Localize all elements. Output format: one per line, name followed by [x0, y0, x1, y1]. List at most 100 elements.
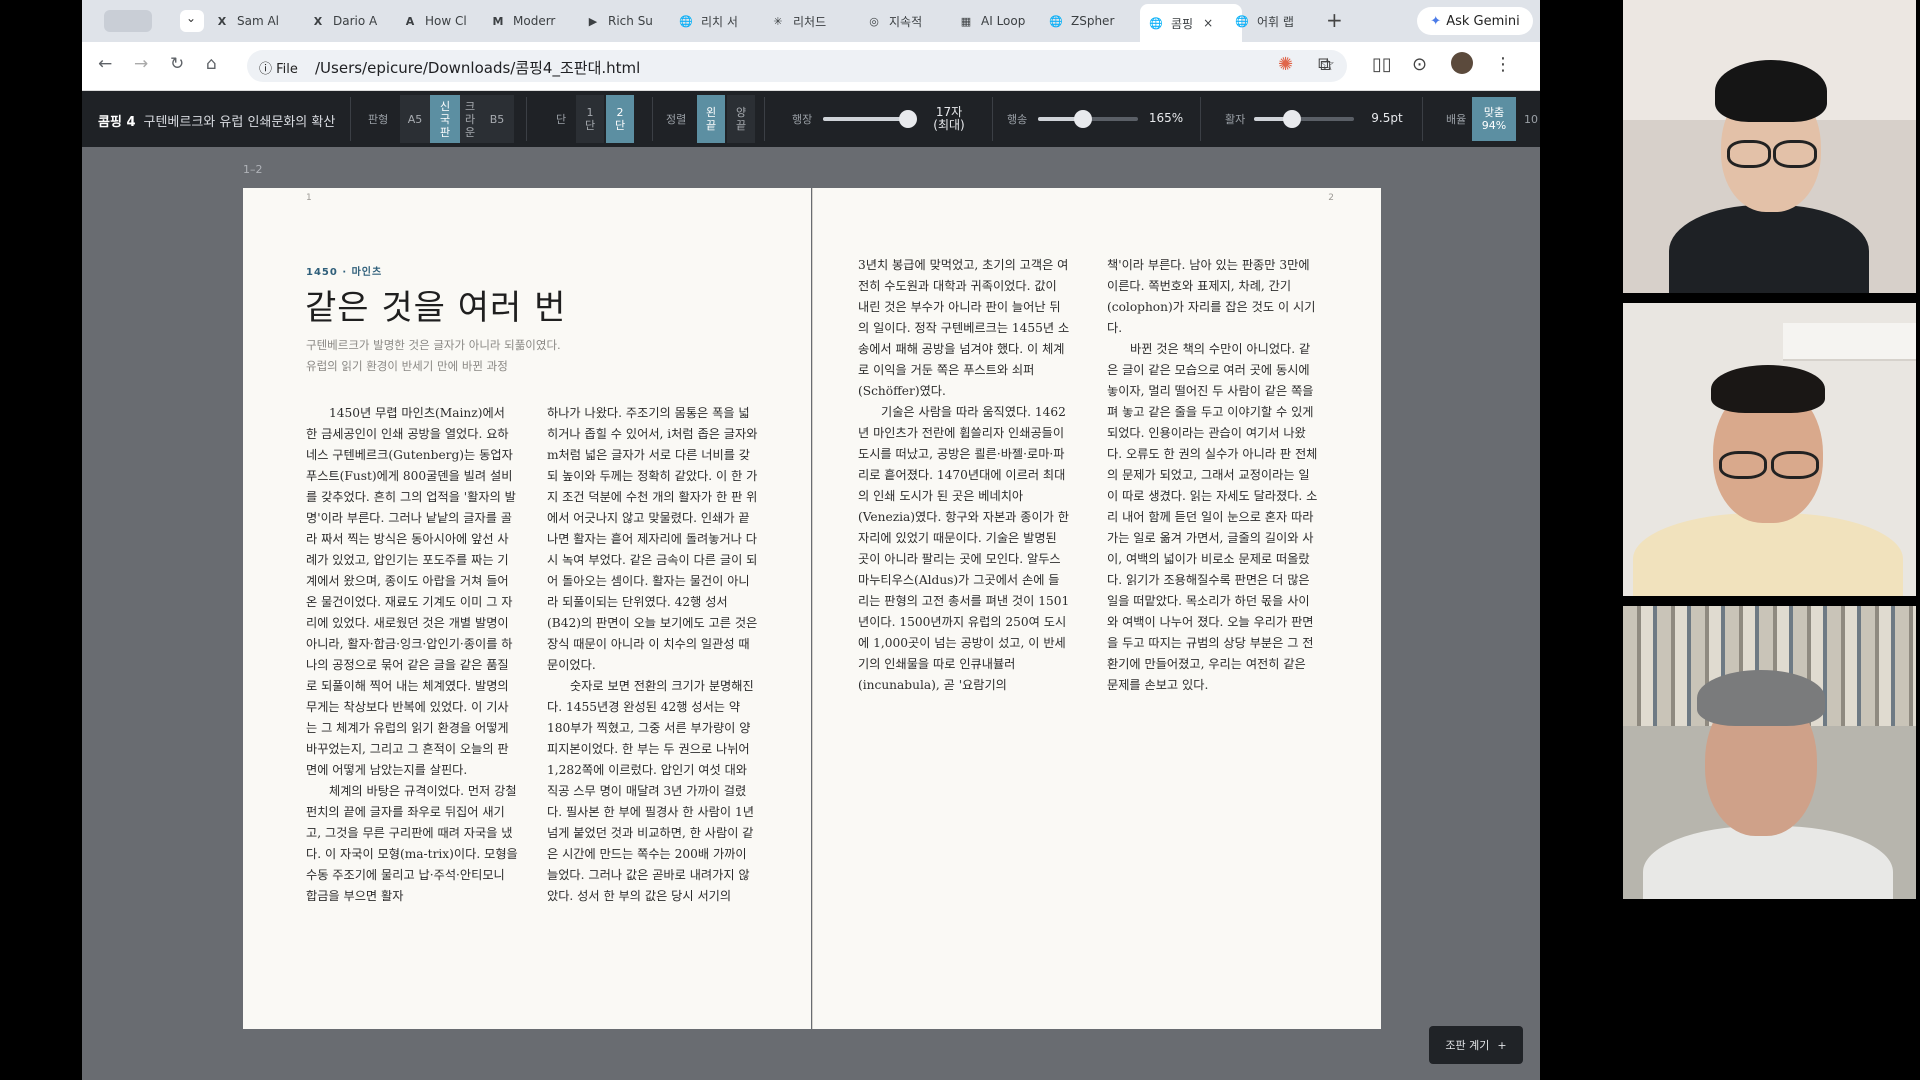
type-size-slider[interactable] [1254, 110, 1354, 128]
omnibox[interactable]: ⓘ File /Users/epicure/Downloads/콤핑4_조판대.… [247, 50, 1347, 82]
profile-avatar[interactable] [1451, 52, 1473, 74]
leading-slider[interactable] [1038, 110, 1138, 128]
tab-favicon-icon: 🌐 [1235, 14, 1249, 28]
browser-tab[interactable]: ◎ 지속적 [866, 8, 946, 34]
file-chip-label: File [276, 62, 298, 77]
browser-tab[interactable]: 🌐 어휘 랩 [1234, 8, 1314, 34]
text-column-1: 1450년 무렵 마인츠(Mainz)에서 한 금세공인이 인쇄 공방을 열었다… [306, 403, 518, 907]
align-label: 정렬 [666, 113, 687, 126]
browser-tab[interactable]: 🌐 콤핑 × [1140, 4, 1242, 42]
browser-tab[interactable]: 🌐 ZSpher [1048, 8, 1128, 34]
format-label: 판형 [368, 113, 389, 126]
columns-label: 단 [556, 113, 567, 126]
tab-label: 어휘 랩 [1257, 14, 1294, 29]
typesetting-gauge-button[interactable]: 조판 계기 + [1429, 1026, 1523, 1064]
page-number: 2 [1328, 193, 1334, 203]
site-info-chip[interactable]: ⓘ File [259, 58, 298, 77]
format-option-crown[interactable]: 크라운 [460, 95, 480, 143]
forward-icon[interactable]: → [134, 54, 148, 74]
leading-slider-knob[interactable] [1074, 110, 1092, 128]
tab-strip: ⌄ X Sam Al X Dario A A How Cl M Moderr ▶ Rich Su 🌐… [82, 0, 1540, 42]
tab-favicon-icon: 🌐 [1049, 14, 1063, 28]
browser-tab[interactable]: M Moderr [490, 8, 574, 34]
plus-icon: + [1497, 1038, 1507, 1052]
paragraph: 기술은 사람을 따라 움직였다. 1462년 마인츠가 전란에 휩쓸리자 인쇄공… [858, 405, 1070, 692]
tab-label: 리처드 [793, 14, 827, 29]
line-length-slider-knob[interactable] [898, 110, 917, 128]
paragraph: 체계의 바탕은 규격이었다. 먼저 강철 펀치의 끝에 글자를 좌우로 뒤집어 … [306, 784, 518, 903]
url-text[interactable]: /Users/epicure/Downloads/콤핑4_조판대.html [315, 57, 640, 78]
zoom-fit-button[interactable]: 맞춤 94% [1472, 97, 1516, 141]
zoom-label: 배율 [1446, 113, 1467, 126]
line-length-slider[interactable] [823, 110, 917, 128]
tab-label: How Cl [425, 14, 467, 28]
text-column-4: 책'이라 부른다. 남아 있는 판종만 3만에 이른다. 쪽번호와 표제지, 차… [1107, 255, 1319, 696]
address-bar-row: ← → ↻ ⌂ ⓘ File /Users/epicure/Downloads/… [82, 42, 1540, 91]
text-column-3: 3년치 봉급에 맞먹었고, 초기의 고객은 여전히 수도원과 대학과 귀족이었다… [858, 255, 1070, 696]
tab-favicon-icon: X [313, 14, 323, 28]
tab-favicon-icon: M [492, 14, 504, 28]
extensions-puzzle-icon[interactable]: ⧉ [1318, 54, 1331, 75]
zoom-fit-value: 94% [1481, 119, 1507, 132]
tab-label: ZSpher [1071, 14, 1115, 28]
reading-mode-icon[interactable]: ▯▯ [1372, 54, 1392, 75]
chevron-down-icon: ⌄ [186, 11, 197, 25]
columns-option-2[interactable]: 2단 [606, 95, 634, 143]
type-size-value: 9.5pt [1371, 111, 1403, 125]
format-option-a5[interactable]: A5 [400, 95, 430, 143]
tab-favicon-icon: ▶ [588, 14, 598, 28]
document-title: 콤핑 4 구텐베르크와 유럽 인쇄문화의 확산 [98, 111, 335, 130]
type-size-slider-knob[interactable] [1283, 110, 1301, 128]
home-icon[interactable]: ⌂ [206, 54, 217, 74]
tab-search-button[interactable]: ⌄ [180, 10, 204, 32]
browser-tab[interactable]: X Sam Al [214, 8, 294, 34]
tab-favicon-icon: A [405, 14, 415, 28]
close-tab-icon[interactable]: × [1203, 16, 1213, 30]
paragraph: 하나가 나왔다. 주조기의 몸통은 폭을 넓히거나 좁힐 수 있어서, i처럼 … [547, 406, 758, 672]
back-icon[interactable]: ← [98, 54, 112, 74]
article-kicker: 1450 · 마인츠 [306, 267, 383, 278]
format-selector: A5 신국판 크라운 B5 [400, 91, 514, 147]
zoom-option-next[interactable]: 10 [1524, 113, 1538, 126]
line-length-label: 행장 [792, 113, 813, 126]
columns-option-1[interactable]: 1단 [576, 95, 604, 143]
format-option-shinguk[interactable]: 신국판 [430, 95, 460, 143]
tab-favicon-icon: X [217, 14, 227, 28]
tab-label: AI Loop [981, 14, 1026, 28]
tab-label: 지속적 [889, 14, 923, 29]
browser-tab[interactable]: ▦ AI Loop [958, 8, 1038, 34]
browser-tab[interactable]: ▶ Rich Su [585, 8, 665, 34]
zoom-fit-label: 맞춤 [1483, 106, 1505, 119]
format-option-b5[interactable]: B5 [480, 95, 514, 143]
gemini-sparkle-icon: ✦ [1430, 13, 1442, 29]
tab-label: 리치 서 [701, 14, 738, 29]
align-selector: 왼끝 양끝 [697, 91, 755, 147]
screenshot-icon[interactable]: ⊙ [1412, 54, 1427, 75]
browser-tab[interactable]: 🌐 리치 서 [678, 8, 758, 34]
browser-tab[interactable]: ✳ 리처드 [770, 8, 850, 34]
browser-tab[interactable]: X Dario A [310, 8, 390, 34]
browser-tab[interactable]: A How Cl [402, 8, 482, 34]
tab-favicon-icon: ▦ [960, 14, 972, 28]
align-option-left[interactable]: 왼끝 [697, 95, 725, 143]
leading-label: 행송 [1007, 113, 1028, 126]
line-length-slider-fill [823, 117, 908, 121]
tab-label: Dario A [333, 14, 378, 28]
tab-label: Moderr [513, 14, 556, 28]
browser-window: ⌄ X Sam Al X Dario A A How Cl M Moderr ▶ Rich Su 🌐… [82, 0, 1540, 1080]
subtitle-line: 유럽의 읽기 환경이 반세기 만에 바뀐 과정 [306, 359, 508, 373]
paragraph: 숫자로 보면 전환의 크기가 분명해진다. 1455년경 완성된 42행 성서는… [547, 679, 754, 903]
tab-groups-button[interactable] [104, 10, 152, 32]
kebab-menu-icon[interactable]: ⋮ [1494, 54, 1512, 75]
align-option-justify[interactable]: 양끝 [727, 95, 755, 143]
page-left: 1 1450 · 마인츠 같은 것을 여러 번 구텐베르크가 발명한 것은 글자… [243, 188, 811, 1029]
reload-icon[interactable]: ↻ [170, 54, 184, 74]
new-tab-button[interactable]: + [1326, 8, 1343, 32]
type-size-label: 활자 [1225, 113, 1246, 126]
extension-sparkle-icon[interactable]: ✺ [1278, 54, 1293, 75]
ask-gemini-button[interactable]: ✦ Ask Gemini [1417, 7, 1533, 35]
subtitle-line: 구텐베르크가 발명한 것은 글자가 아니라 되풂이였다. [306, 338, 561, 352]
webcam-participant-1 [1623, 0, 1916, 293]
article-title: 같은 것을 여러 번 [305, 288, 567, 328]
paragraph: 책'이라 부른다. 남아 있는 판종만 3만에 이른다. 쪽번호와 표제지, 차… [1107, 258, 1316, 335]
